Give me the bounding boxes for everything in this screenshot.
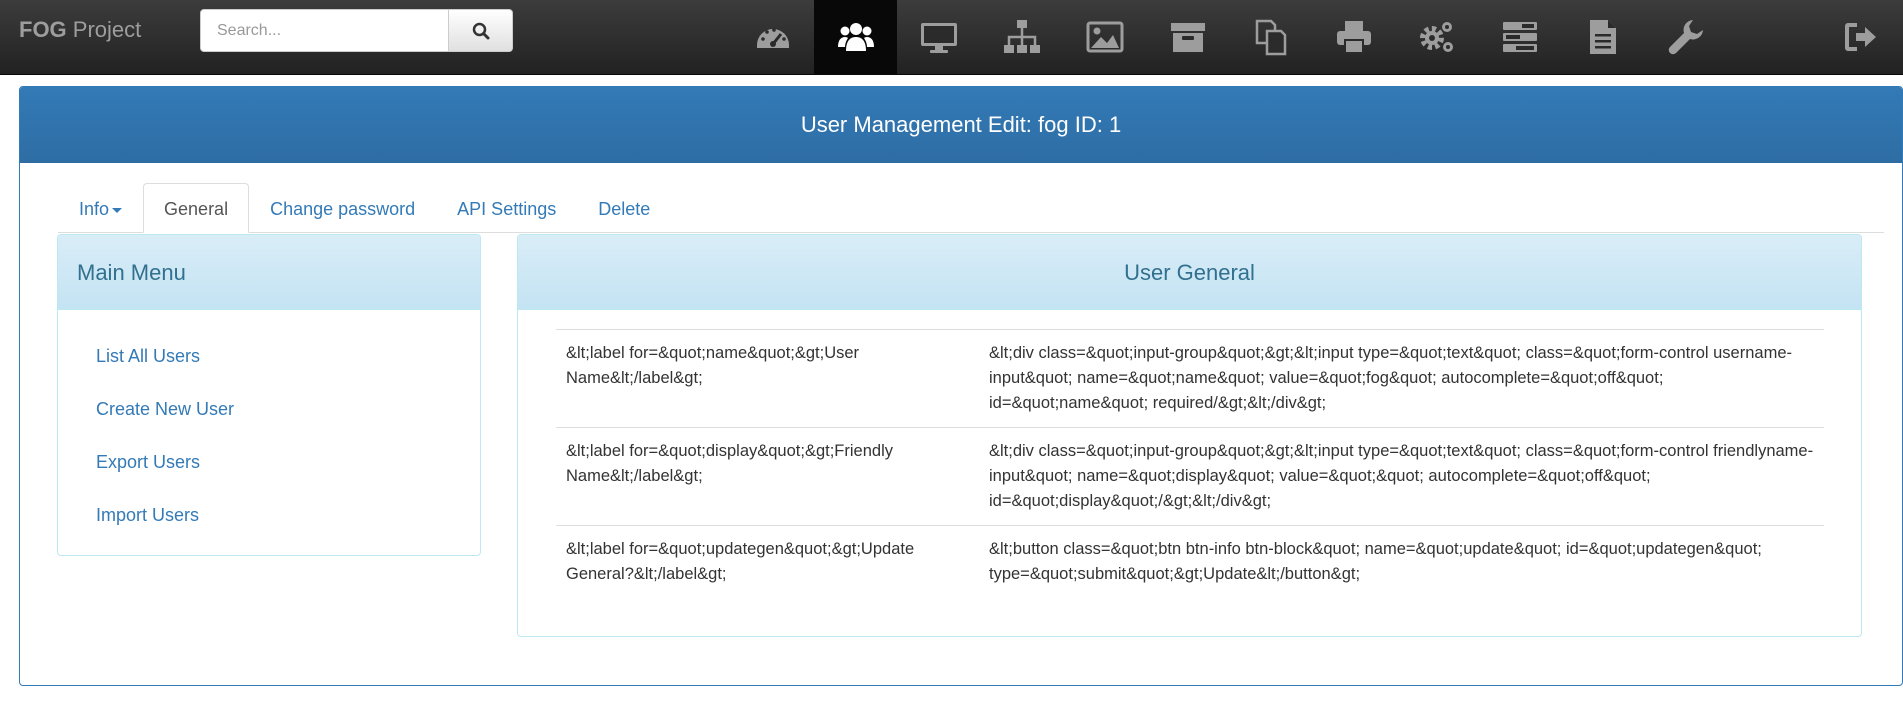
nav-groups[interactable] xyxy=(980,0,1063,74)
user-general-table: &lt;label for=&quot;name&quot;&gt;User N… xyxy=(556,329,1824,598)
menu-item-list-all-users[interactable]: List All Users xyxy=(58,330,480,383)
tab-delete[interactable]: Delete xyxy=(577,183,671,233)
tasks-icon xyxy=(1502,22,1537,52)
user-edit-panel: User Management Edit: fog ID: 1 Info Gen… xyxy=(19,86,1903,686)
nav-settings[interactable] xyxy=(1395,0,1478,74)
main-menu-list: List All Users Create New User Export Us… xyxy=(58,310,480,542)
nav-reports[interactable] xyxy=(1561,0,1644,74)
nav-tasks[interactable] xyxy=(1478,0,1561,74)
search-icon xyxy=(472,22,489,39)
wrench-icon xyxy=(1668,20,1703,55)
main-menu-panel: Main Menu List All Users Create New User… xyxy=(57,234,481,556)
user-general-panel: User General &lt;label for=&quot;name&qu… xyxy=(517,234,1862,637)
nav-dashboard[interactable] xyxy=(731,0,814,74)
row-field: &lt;div class=&quot;input-group&quot;&gt… xyxy=(979,427,1824,526)
brand-bold: FOG xyxy=(19,17,67,42)
search-button[interactable] xyxy=(449,9,513,52)
menu-item-import-users[interactable]: Import Users xyxy=(58,489,480,542)
nav-images[interactable] xyxy=(1063,0,1146,74)
table-row: &lt;label for=&quot;display&quot;&gt;Fri… xyxy=(556,427,1824,526)
nav-hosts[interactable] xyxy=(897,0,980,74)
tab-api-settings[interactable]: API Settings xyxy=(436,183,577,233)
menu-item-export-users[interactable]: Export Users xyxy=(58,436,480,489)
brand-logo[interactable]: FOG Project xyxy=(19,16,141,44)
archive-icon xyxy=(1170,23,1205,52)
cogs-icon xyxy=(1419,22,1453,52)
row-label: &lt;label for=&quot;display&quot;&gt;Fri… xyxy=(556,427,979,526)
tab-general[interactable]: General xyxy=(143,183,250,233)
users-icon xyxy=(837,23,874,51)
row-label: &lt;label for=&quot;updategen&quot;&gt;U… xyxy=(556,525,979,598)
page-title: User Management Edit: fog ID: 1 xyxy=(20,87,1902,163)
caret-down-icon xyxy=(112,207,123,213)
row-label: &lt;label for=&quot;name&quot;&gt;User N… xyxy=(556,329,979,428)
nav-snapins[interactable] xyxy=(1229,0,1312,74)
menu-item-create-new-user[interactable]: Create New User xyxy=(58,383,480,436)
file-text-icon xyxy=(1589,20,1616,54)
nav-storage[interactable] xyxy=(1146,0,1229,74)
row-field: &lt;button class=&quot;btn btn-info btn-… xyxy=(979,525,1824,598)
main-menu-title: Main Menu xyxy=(58,235,480,310)
nav-users[interactable] xyxy=(814,0,897,74)
tab-bar: Info General Change password API Setting… xyxy=(58,183,1884,233)
printer-icon xyxy=(1336,21,1371,54)
image-icon xyxy=(1086,21,1123,53)
table-row: &lt;label for=&quot;updategen&quot;&gt;U… xyxy=(556,525,1824,598)
nav-printers[interactable] xyxy=(1312,0,1395,74)
tab-change-password[interactable]: Change password xyxy=(249,183,436,233)
row-field: &lt;div class=&quot;input-group&quot;&gt… xyxy=(979,329,1824,428)
brand-rest: Project xyxy=(66,17,142,42)
top-navbar: FOG Project xyxy=(0,0,1903,75)
files-icon xyxy=(1255,19,1286,56)
user-general-title: User General xyxy=(518,235,1861,310)
tab-info[interactable]: Info xyxy=(58,183,143,233)
search-input[interactable] xyxy=(200,9,449,52)
logout-icon[interactable] xyxy=(1840,17,1880,57)
dashboard-icon xyxy=(756,28,789,48)
nav-plugins[interactable] xyxy=(1644,0,1727,74)
sitemap-icon xyxy=(1003,20,1040,53)
monitor-icon xyxy=(920,23,957,53)
main-nav xyxy=(731,0,1727,74)
search-bar xyxy=(200,9,513,52)
tab-info-label: Info xyxy=(79,199,110,219)
table-row: &lt;label for=&quot;name&quot;&gt;User N… xyxy=(556,329,1824,428)
